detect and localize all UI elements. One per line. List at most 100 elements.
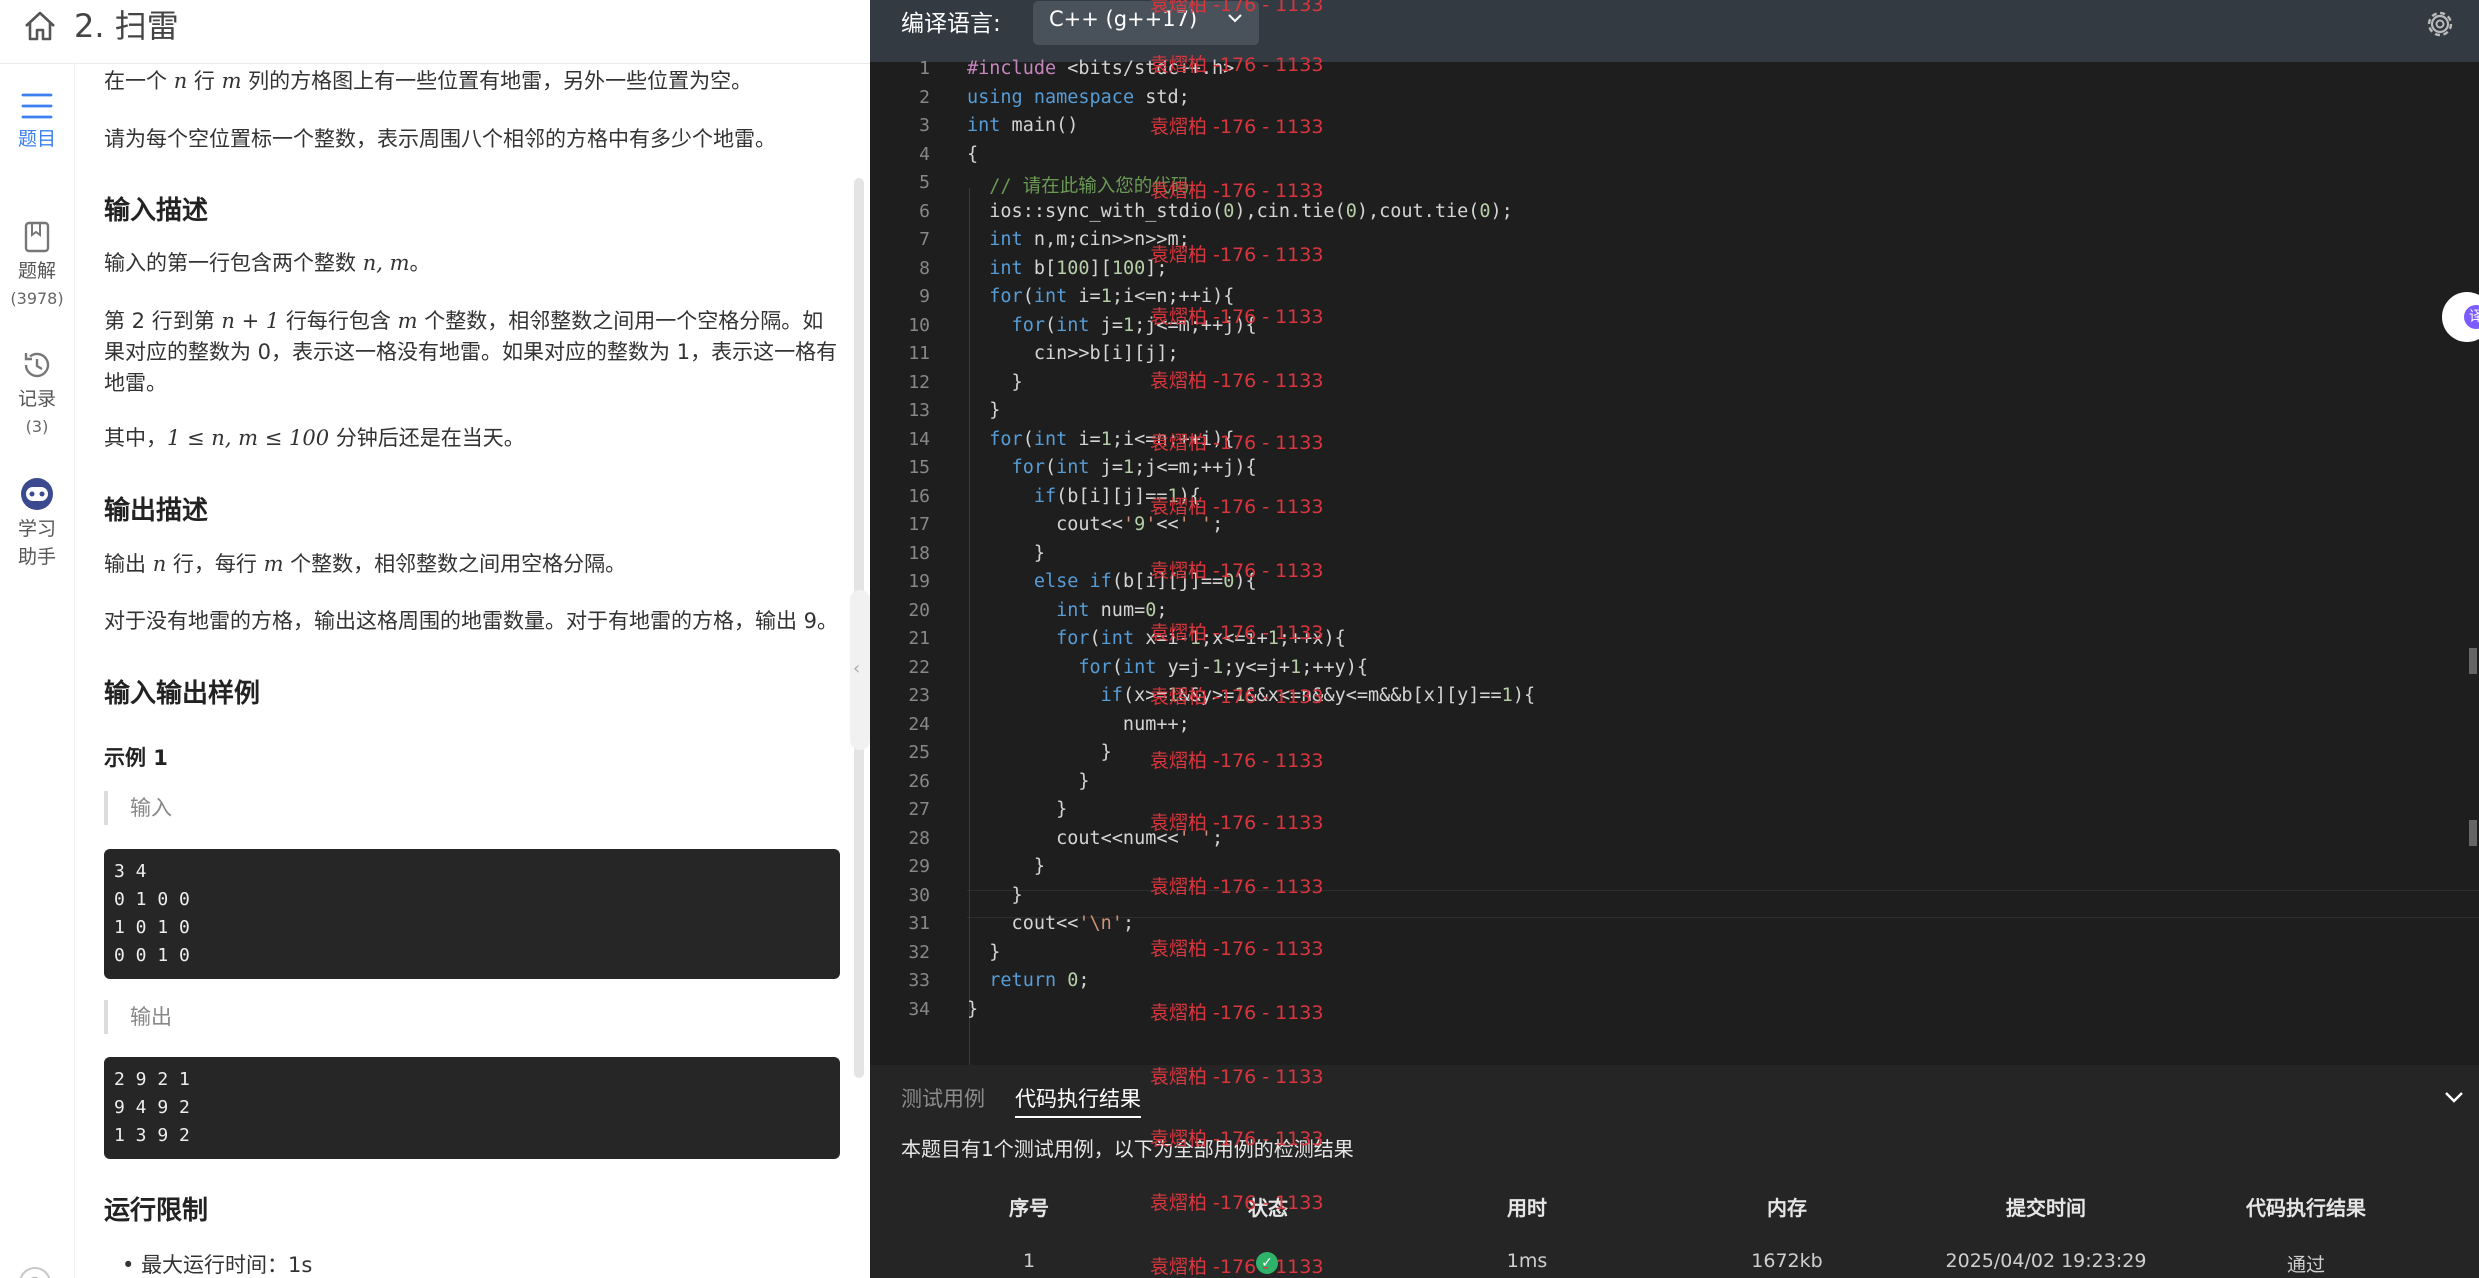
cell-time: 1ms (1506, 1250, 1548, 1272)
code-line[interactable]: } (967, 856, 1045, 877)
code-line[interactable]: ios::sync_with_stdio(0),cin.tie(0),cout.… (967, 201, 1513, 222)
line-number: 8 (919, 257, 930, 279)
sidebar-item-label: 学习 (17, 518, 56, 540)
code-line[interactable]: } (967, 999, 978, 1020)
sample-output-block[interactable]: 2 9 2 1 9 4 9 2 1 3 9 2 (104, 1057, 840, 1159)
code-line[interactable]: num++; (967, 714, 1190, 735)
cell-index: 1 (1022, 1250, 1036, 1272)
code-line[interactable]: for(int j=1;j<=m;++j){ (967, 457, 1257, 478)
collapse-pane-handle[interactable]: ‹ (850, 590, 870, 750)
line-number: 23 (908, 685, 930, 706)
code-editor[interactable]: 1 #include <bits/stdc++.h> 2 using namespac… (870, 58, 2479, 1072)
line-number: 5 (919, 172, 930, 193)
cell-result: 通过 (2286, 1254, 2325, 1276)
code-line[interactable]: } (967, 942, 1000, 963)
list-icon (21, 93, 53, 119)
watermark-text: 袁熠柏 -176 - 1133 (1150, 244, 1324, 266)
line-number: 31 (908, 913, 930, 934)
output-desc-2: 对于没有地雷的方格，输出这格周围的地雷数量。对于有地雷的方格，输出 9。 (104, 609, 839, 633)
sample-output-line: 9 4 9 2 (114, 1097, 190, 1118)
watermark-text: 袁熠柏 -176 - 1133 (1150, 876, 1324, 898)
sample-input-line: 1 0 1 0 (114, 917, 190, 938)
line-number: 16 (908, 485, 930, 507)
line-number: 25 (908, 742, 930, 763)
help-icon[interactable]: ? (19, 1267, 51, 1278)
line-number: 22 (908, 656, 930, 678)
line-number: 10 (908, 314, 930, 336)
col-header-index: 序号 (1009, 1196, 1049, 1220)
watermark-text: 袁熠柏 -176 - 1133 (1150, 1128, 1324, 1150)
watermark-text: 袁熠柏 -176 - 1133 (1150, 1066, 1324, 1088)
line-number: 13 (908, 400, 930, 421)
input-desc-2: 第 2 行到第 n + 1 行每行包含 m 个整数，相邻整数之间用一个空格分隔。… (104, 309, 838, 395)
col-header-memory: 内存 (1767, 1196, 1807, 1220)
code-line[interactable]: } (967, 543, 1045, 564)
tab-test-cases[interactable]: 测试用例 (901, 1083, 985, 1113)
code-line[interactable]: cin>>b[i][j]; (967, 343, 1179, 364)
line-number: 24 (908, 713, 930, 735)
line-number: 17 (908, 514, 930, 535)
editor-pane: 编译语言: C++ (g++17) 1 #include <bits/stdc++… (870, 0, 2479, 1278)
code-line[interactable]: for(int y=j-1;y<=j+1;++y){ (967, 657, 1368, 678)
line-number: 2 (919, 86, 930, 108)
line-number: 7 (919, 229, 930, 250)
sample-input-block[interactable]: 3 4 0 1 0 0 1 0 1 0 0 0 1 0 (104, 849, 840, 979)
example-label: 示例 1 (104, 746, 168, 770)
line-number: 11 (908, 343, 930, 364)
watermark-text: 袁熠柏 -176 - 1133 (1150, 622, 1324, 644)
col-header-time: 用时 (1507, 1196, 1547, 1220)
watermark-text: 袁熠柏 -176 - 1133 (1150, 496, 1324, 518)
scroll-marker[interactable] (2469, 820, 2477, 846)
sidebar-item-solutions[interactable]: 题解 (3978) (0, 221, 74, 313)
code-line[interactable]: int main() (967, 115, 1078, 136)
line-number: 28 (908, 827, 930, 849)
limit-time: • 最大运行时间：1s (122, 1253, 313, 1277)
robot-icon (21, 478, 53, 510)
watermark-text: 袁熠柏 -176 - 1133 (1150, 1192, 1324, 1214)
code-line[interactable]: } (967, 400, 1000, 421)
watermark-text: 袁熠柏 -176 - 1133 (1150, 116, 1324, 138)
intro-text: 在一个 n 行 m 列的方格图上有一些位置有地雷，另外一些位置为空。 (104, 69, 753, 93)
line-number: 14 (908, 428, 930, 450)
sample-output-line: 1 3 9 2 (114, 1125, 190, 1146)
watermark-text: 袁熠柏 -176 - 1133 (1150, 180, 1324, 202)
code-line[interactable]: int num=0; (967, 600, 1167, 621)
problem-pane: 2. 扫雷 题目 题解 (3978) 记录 (3) 学习 助手 在一个 n 行 … (0, 0, 870, 1278)
limits-heading: 运行限制 (104, 1196, 209, 1226)
sidebar-item-history[interactable]: 记录 (3) (0, 349, 74, 441)
sample-input-line: 0 0 1 0 (114, 945, 190, 966)
translate-icon: 译 (2464, 305, 2479, 329)
line-number: 29 (908, 856, 930, 877)
sidebar-item-assistant[interactable]: 学习 助手 (0, 477, 74, 571)
scroll-marker[interactable] (2469, 648, 2477, 674)
line-number: 4 (919, 143, 930, 165)
line-number: 12 (908, 371, 930, 393)
tab-run-results[interactable]: 代码执行结果 (1015, 1083, 1141, 1118)
code-line[interactable]: cout<<'\n'; (967, 913, 1135, 934)
code-line[interactable]: } (967, 771, 1089, 792)
sidebar-item-problem[interactable]: 题目 (0, 91, 74, 153)
language-label: 编译语言: (901, 11, 1001, 37)
code-line[interactable]: } (967, 372, 1023, 393)
intro-text-2: 请为每个空位置标一个整数，表示周围八个相邻的方格中有多少个地雷。 (104, 127, 776, 151)
code-line[interactable]: return 0; (967, 970, 1089, 991)
code-line[interactable]: int b[100][100]; (967, 258, 1167, 279)
watermark-text: 袁熠柏 -176 - 1133 (1150, 306, 1324, 328)
code-line[interactable]: } (967, 742, 1112, 763)
gear-icon[interactable] (2422, 6, 2458, 42)
line-number: 6 (919, 200, 930, 222)
watermark-text: 袁熠柏 -176 - 1133 (1150, 0, 1324, 16)
code-line[interactable]: { (967, 144, 978, 165)
chevron-down-icon[interactable] (2442, 1085, 2466, 1109)
sidebar-item-label-2: 助手 (17, 546, 56, 568)
watermark-text: 袁熠柏 -176 - 1133 (1150, 812, 1324, 834)
history-count: (3) (25, 417, 49, 436)
code-line[interactable]: using namespace std; (967, 87, 1190, 108)
line-number: 15 (908, 457, 930, 478)
home-icon[interactable] (20, 6, 60, 46)
code-line[interactable]: } (967, 885, 1023, 906)
sample-output-label: 输出 (104, 1000, 172, 1034)
line-number: 26 (908, 770, 930, 792)
code-line[interactable]: } (967, 799, 1067, 820)
editor-toolbar: 编译语言: C++ (g++17) (870, 0, 2479, 62)
